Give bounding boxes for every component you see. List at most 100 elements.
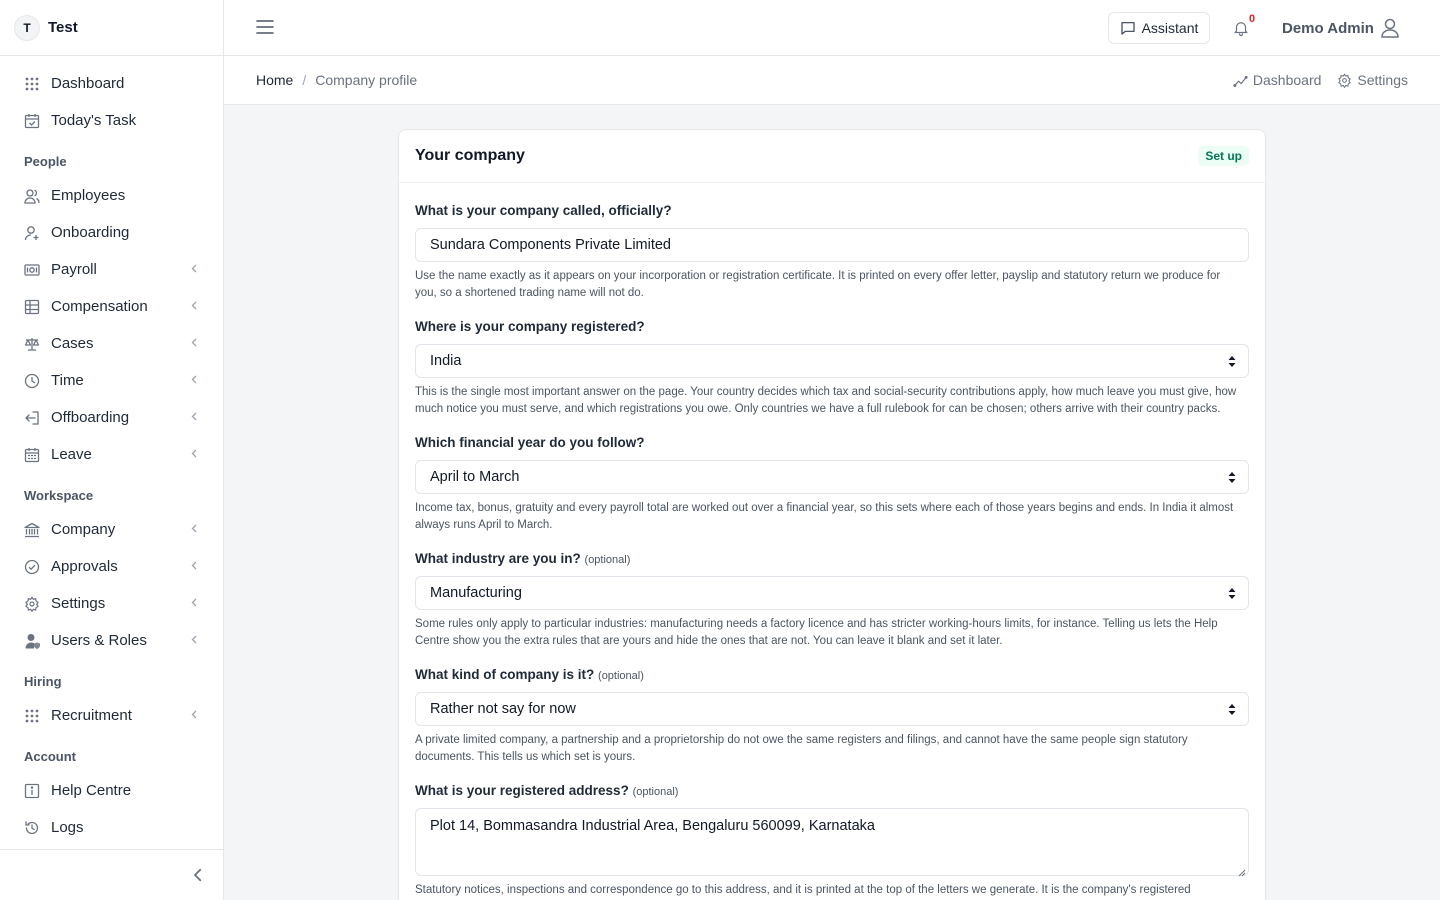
subbar: Home / Company profile Dashboard Setting… <box>224 56 1440 105</box>
scale-icon <box>24 336 40 352</box>
chevron-left-icon <box>191 338 197 350</box>
sidebar-item-dashboard[interactable]: Dashboard <box>0 65 223 102</box>
sidebar-item-employees[interactable]: Employees <box>0 177 223 214</box>
field-label-text: Which financial year do you follow? <box>415 435 645 450</box>
money-icon <box>24 262 40 278</box>
sidebar-item-label: Logs <box>51 819 84 836</box>
info-icon <box>24 783 40 799</box>
optional-tag: (optional) <box>598 670 644 682</box>
card-header: Your company Set up <box>399 130 1265 183</box>
sidebar-item-today-s-task[interactable]: Today's Task <box>0 102 223 139</box>
field-label: What kind of company is it? (optional) <box>415 667 1249 682</box>
breadcrumb: Home / Company profile <box>256 72 417 88</box>
gear-icon <box>24 595 40 612</box>
form-field: Where is your company registered? India Th… <box>415 319 1249 417</box>
user-name[interactable]: Demo Admin <box>1282 20 1374 37</box>
bank-icon <box>24 522 40 538</box>
field-label: Where is your company registered? <box>415 319 1249 334</box>
sidebar-item-help-centre[interactable]: Help Centre <box>0 772 223 809</box>
textarea-value: Plot 14, Bommasandra Industrial Area, Be… <box>430 818 875 834</box>
select-arrows-icon <box>1228 471 1236 484</box>
logout-icon <box>24 410 40 426</box>
field-label-text: What is your registered address? <box>415 783 629 798</box>
chevron-left-icon <box>191 598 197 610</box>
chevron-left-icon <box>191 524 197 536</box>
card-body: What is your company called, officially?… <box>399 183 1265 899</box>
field-label-text: What is your company called, officially? <box>415 203 672 218</box>
sidebar-item-payroll[interactable]: Payroll <box>0 251 223 288</box>
sidebar-item-leave[interactable]: Leave <box>0 436 223 473</box>
sidebar-item-time[interactable]: Time <box>0 362 223 399</box>
select-field[interactable]: Rather not say for now <box>415 692 1249 726</box>
sidebar-item-label: Time <box>51 372 84 389</box>
collapse-sidebar-icon[interactable] <box>189 866 207 884</box>
company-card: Your company Set up What is your company… <box>398 129 1266 900</box>
user-icon[interactable] <box>1381 18 1399 38</box>
sidebar-footer <box>0 849 223 900</box>
field-value: Sundara Components Private Limited <box>430 237 671 253</box>
notification-count: 0 <box>1249 13 1256 25</box>
status-badge: Set up <box>1198 146 1249 166</box>
users-icon <box>24 188 40 204</box>
gear-icon <box>1338 72 1352 88</box>
field-label: What is your registered address? (option… <box>415 783 1249 798</box>
sidebar-item-logs[interactable]: Logs <box>0 809 223 846</box>
settings-link[interactable]: Settings <box>1337 72 1408 88</box>
sidebar-item-label: Help Centre <box>51 782 132 799</box>
optional-tag: (optional) <box>584 554 631 566</box>
dashboard-link[interactable]: Dashboard <box>1233 72 1322 88</box>
user-shield-icon <box>24 633 40 649</box>
field-value: April to March <box>430 469 520 485</box>
chevron-left-icon <box>191 449 197 461</box>
address-textarea[interactable]: Plot 14, Bommasandra Industrial Area, Be… <box>415 808 1249 877</box>
settings-link-label: Settings <box>1357 72 1408 88</box>
field-label: Which financial year do you follow? <box>415 435 1249 450</box>
field-label-text: Where is your company registered? <box>415 319 645 334</box>
clock-icon <box>24 373 40 389</box>
sidebar-item-compensation[interactable]: Compensation <box>0 288 223 325</box>
sidebar-item-label: Offboarding <box>51 409 130 426</box>
user-plus-icon <box>24 225 40 241</box>
sidebar-item-cases[interactable]: Cases <box>0 325 223 362</box>
sidebar-section-title: People <box>24 154 67 169</box>
sidebar-item-offboarding[interactable]: Offboarding <box>0 399 223 436</box>
text-field[interactable]: Sundara Components Private Limited <box>415 228 1249 262</box>
form-field: What is your company called, officially?… <box>415 203 1249 301</box>
menu-toggle-icon[interactable] <box>256 19 274 35</box>
field-help-text: Use the name exactly as it appears on yo… <box>415 270 1221 299</box>
chevron-left-icon <box>191 264 197 276</box>
sidebar-item-company[interactable]: Company <box>0 511 223 548</box>
form-field: What industry are you in? (optional) Manu… <box>415 551 1249 649</box>
brand[interactable]: T Test <box>0 0 223 56</box>
brand-avatar: T <box>14 14 40 41</box>
breadcrumb-home[interactable]: Home <box>256 72 293 88</box>
sidebar-item-label: Settings <box>51 595 106 612</box>
calendar-check-icon <box>24 113 40 129</box>
field-label: What is your company called, officially? <box>415 203 1249 218</box>
chevron-left-icon <box>191 635 197 647</box>
resize-handle-icon[interactable] <box>1238 865 1246 877</box>
sidebar-item-label: Onboarding <box>51 224 130 241</box>
select-field[interactable]: India <box>415 344 1249 378</box>
history-icon <box>24 820 40 836</box>
sidebar: T Test Dashboard Today's Task People Employ… <box>0 0 224 900</box>
bell-icon[interactable] <box>1232 19 1250 37</box>
select-field[interactable]: April to March <box>415 460 1249 494</box>
sidebar-section-title: Account <box>24 749 76 764</box>
breadcrumb-separator: / <box>302 72 307 88</box>
sidebar-item-recruitment[interactable]: Recruitment <box>0 697 223 734</box>
field-help-text: A private limited company, a partnership… <box>415 734 1188 763</box>
sidebar-item-users-roles[interactable]: Users & Roles <box>0 622 223 659</box>
select-arrows-icon <box>1228 703 1236 716</box>
assistant-label: Assistant <box>1141 20 1199 36</box>
select-arrows-icon <box>1228 355 1236 368</box>
sidebar-item-settings[interactable]: Settings <box>0 585 223 622</box>
sidebar-item-approvals[interactable]: Approvals <box>0 548 223 585</box>
select-field[interactable]: Manufacturing <box>415 576 1249 610</box>
assistant-button[interactable]: Assistant <box>1108 12 1210 44</box>
dashboard-link-label: Dashboard <box>1252 72 1322 88</box>
sidebar-item-onboarding[interactable]: Onboarding <box>0 214 223 251</box>
chart-line-icon <box>1233 75 1248 87</box>
field-help-text: Statutory notices, inspections and corre… <box>415 884 1191 896</box>
sidebar-item-label: Users & Roles <box>51 632 147 649</box>
